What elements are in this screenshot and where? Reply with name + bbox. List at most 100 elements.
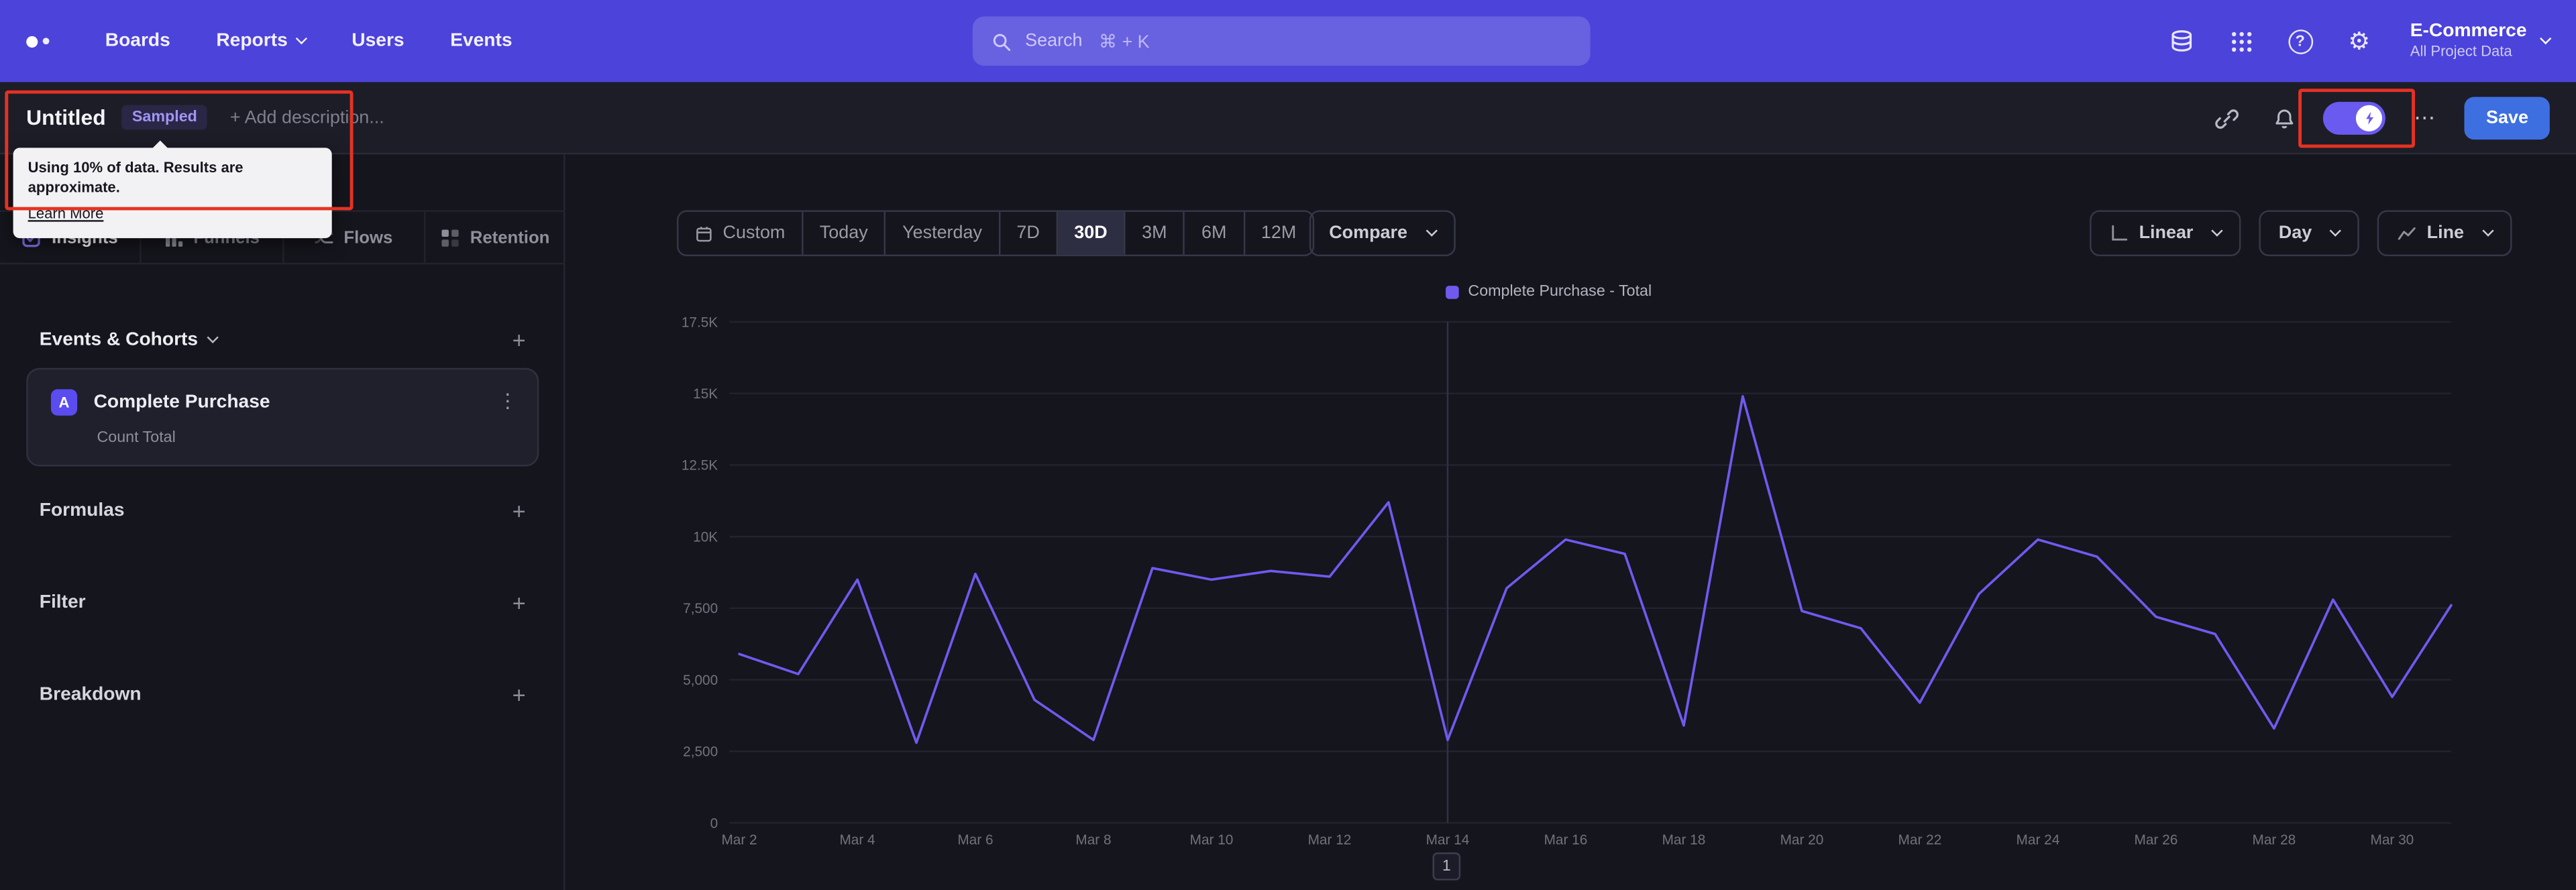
events-cohorts-header[interactable]: Events & Cohorts [39, 330, 218, 350]
range-today[interactable]: Today [803, 211, 886, 255]
events-cohorts-label: Events & Cohorts [39, 330, 199, 350]
nav-item-label: Boards [105, 31, 170, 51]
range-label: 7D [1016, 223, 1040, 243]
nav-item-events[interactable]: Events [450, 32, 512, 51]
svg-text:7,500: 7,500 [683, 601, 718, 616]
scale-label: Linear [2139, 223, 2194, 243]
line-chart[interactable]: 0 2,500 5,000 7,500 10K 12.5K 15K 17.5K Mar 2 Mar… [625, 306, 2473, 881]
chart-legend: Complete Purchase - Total [625, 282, 2473, 300]
top-navbar: Boards Reports Users Events Search ⌘ + K… [0, 0, 2576, 82]
interval-selector[interactable]: Day [2259, 210, 2360, 257]
scale-selector[interactable]: Linear [2090, 210, 2241, 257]
breakdown-row: Breakdown + [40, 677, 526, 713]
project-switcher[interactable]: E-Commerce All Project Data [2410, 21, 2552, 60]
event-card-complete-purchase[interactable]: A Complete Purchase Count Total ⋮ [26, 368, 539, 467]
tab-label: Flows [343, 227, 393, 247]
sampling-tooltip: Using 10% of data. Results are approxima… [13, 148, 332, 239]
sampled-badge[interactable]: Sampled [122, 105, 207, 130]
range-30d[interactable]: 30D [1057, 211, 1126, 255]
chart-type-selector[interactable]: Line [2377, 210, 2512, 257]
primary-nav: Boards Reports Users Events [105, 32, 513, 51]
report-title[interactable]: Untitled [26, 105, 106, 130]
range-6m[interactable]: 6M [1185, 211, 1245, 255]
logo-dot [26, 35, 38, 47]
range-label: Today [819, 223, 868, 243]
nav-item-reports[interactable]: Reports [216, 32, 308, 51]
tab-label: Retention [470, 227, 550, 247]
data-definitions-icon[interactable] [2161, 19, 2204, 62]
chevron-down-icon [295, 32, 308, 44]
range-custom[interactable]: Custom [678, 211, 804, 255]
chart-display-controls: Linear Day Line [2090, 210, 2512, 257]
tooltip-text: Using 10% of data. Results are approxima… [28, 159, 244, 195]
svg-text:Mar 10: Mar 10 [1190, 832, 1234, 848]
alert-bell-icon[interactable] [2266, 100, 2302, 136]
chevron-down-icon [2540, 32, 2552, 44]
svg-text:17.5K: 17.5K [682, 315, 718, 330]
range-label: 12M [1260, 223, 1297, 243]
svg-text:2,500: 2,500 [683, 744, 718, 760]
nav-item-users[interactable]: Users [352, 32, 404, 51]
event-metric[interactable]: Count Total [97, 429, 175, 447]
range-7d[interactable]: 7D [1000, 211, 1058, 255]
mixpanel-logo-icon[interactable] [26, 35, 50, 47]
apps-grid-icon[interactable] [2220, 19, 2263, 62]
filter-label: Filter [39, 593, 86, 613]
range-label: Yesterday [902, 223, 982, 243]
svg-text:0: 0 [710, 816, 718, 831]
add-description-field[interactable]: + Add description... [230, 107, 384, 127]
pagination-page-1[interactable]: 1 [1432, 852, 1461, 881]
nav-item-label: Events [450, 31, 513, 51]
help-icon[interactable]: ? [2279, 19, 2322, 62]
add-filter-button[interactable]: + [513, 592, 526, 614]
legend-label: Complete Purchase - Total [1468, 282, 1652, 301]
formulas-label: Formulas [39, 500, 125, 521]
more-options-button[interactable]: ⋯ [2407, 100, 2443, 136]
compare-button[interactable]: Compare [1309, 210, 1456, 257]
compare-label: Compare [1329, 223, 1408, 243]
svg-text:Mar 16: Mar 16 [1544, 832, 1588, 848]
gear-glyph: ⚙ [2348, 27, 2371, 56]
chevron-down-icon [2211, 224, 2223, 236]
main-content: Custom Today Yesterday 7D 30D 3M 6M 12M … [565, 154, 2576, 890]
logo-dot [42, 38, 50, 45]
report-header: Untitled Sampled + Add description... ⋯ … [0, 82, 2576, 155]
svg-text:Mar 2: Mar 2 [721, 832, 757, 848]
project-name: E-Commerce [2410, 21, 2527, 42]
nav-item-boards[interactable]: Boards [105, 32, 170, 51]
event-letter-badge: A [50, 389, 78, 416]
range-label: 6M [1201, 223, 1227, 243]
svg-text:15K: 15K [693, 386, 718, 402]
add-formula-button[interactable]: + [513, 499, 526, 522]
range-yesterday[interactable]: Yesterday [886, 211, 1000, 255]
save-button[interactable]: Save [2465, 97, 2550, 140]
copy-link-icon[interactable] [2208, 100, 2245, 136]
tab-retention[interactable]: Retention [425, 212, 566, 263]
learn-more-link[interactable]: Learn More [28, 206, 104, 222]
event-menu-dots-icon[interactable]: ⋮ [498, 389, 517, 412]
settings-gear-icon[interactable]: ⚙ [2338, 19, 2381, 62]
chart-type-label: Line [2426, 223, 2465, 243]
range-3m[interactable]: 3M [1126, 211, 1185, 255]
range-12m[interactable]: 12M [1244, 212, 1312, 255]
range-label: Custom [722, 223, 786, 243]
svg-text:Mar 12: Mar 12 [1308, 832, 1352, 848]
chart-canvas: 0 2,500 5,000 7,500 10K 12.5K 15K 17.5K Mar 2 Mar… [682, 315, 2453, 848]
date-range-segmented-control: Custom Today Yesterday 7D 30D 3M 6M 12M [676, 210, 1315, 257]
svg-text:Mar 4: Mar 4 [839, 832, 875, 848]
svg-text:Mar 24: Mar 24 [2017, 832, 2060, 848]
chevron-down-icon [1425, 224, 1438, 236]
interval-label: Day [2278, 223, 2312, 243]
range-label: 30D [1074, 223, 1108, 243]
sampling-toggle[interactable] [2323, 101, 2386, 135]
nav-item-label: Users [352, 31, 405, 51]
add-breakdown-button[interactable]: + [513, 683, 526, 706]
svg-text:5,000: 5,000 [683, 673, 718, 688]
formulas-row: Formulas + [40, 493, 526, 529]
toggle-knob [2356, 105, 2383, 131]
calendar-icon [695, 224, 713, 242]
search-input[interactable]: Search ⌘ + K [972, 16, 1591, 66]
svg-text:Mar 8: Mar 8 [1075, 832, 1111, 848]
lightning-bolt-icon [2365, 111, 2373, 125]
add-event-button[interactable]: + [513, 329, 526, 351]
